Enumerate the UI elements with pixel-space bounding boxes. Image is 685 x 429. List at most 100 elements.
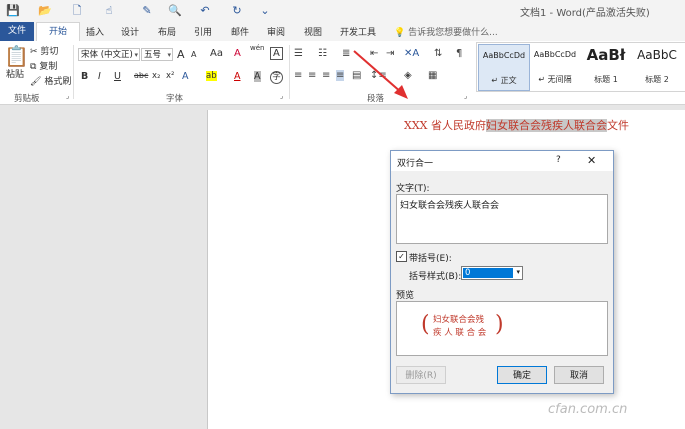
- justify-icon[interactable]: ≡: [336, 70, 345, 81]
- ribbon-tabs: 文件 开始 插入 设计 布局 引用 邮件 审阅 视图 开发工具 💡 告诉我您想要…: [0, 22, 685, 43]
- ribbon: 📋 粘贴 ✂ 剪切 ⧉ 复制 🖌 格式刷 剪贴板 ⌟ 宋体 (中文正) ▾ 五号 ▾…: [0, 41, 685, 105]
- tab-references[interactable]: 引用: [194, 25, 212, 38]
- font-size-value: 五号: [144, 50, 162, 60]
- cancel-button[interactable]: 取消: [554, 366, 604, 384]
- style-heading-1[interactable]: AaBł 标题 1: [581, 44, 631, 89]
- style-sample: AaBł: [586, 46, 626, 64]
- dialog-title-bar[interactable]: 双行合一 ? ✕: [391, 151, 613, 171]
- format-painter-button[interactable]: 🖌 格式刷: [30, 74, 71, 87]
- style-sample: AaBbC: [637, 48, 677, 62]
- align-center-icon[interactable]: ≡: [308, 70, 316, 81]
- underline-button[interactable]: U: [114, 71, 121, 82]
- highlight-button[interactable]: ab: [206, 71, 217, 81]
- char-border-icon[interactable]: A: [270, 47, 283, 60]
- brush-icon: 🖌: [30, 77, 42, 87]
- grow-font-icon[interactable]: A: [177, 48, 185, 61]
- shrink-font-icon[interactable]: A: [191, 50, 196, 59]
- document-text-line[interactable]: XXX 省人民政府妇女联合会残疾人联合会文件: [404, 117, 629, 133]
- align-left-icon[interactable]: ≡: [294, 70, 302, 81]
- undo-icon[interactable]: ↶: [198, 4, 212, 18]
- new-icon[interactable]: 🗋: [70, 4, 84, 18]
- format-painter-icon[interactable]: ✎: [140, 4, 154, 18]
- bullets-icon[interactable]: ☰: [294, 48, 303, 59]
- char-shading-button[interactable]: A: [254, 71, 261, 82]
- watermark: cfan.com.cn: [548, 402, 628, 417]
- format-painter-label: 格式刷: [44, 77, 72, 87]
- preview-open-paren: (: [421, 312, 430, 337]
- dialog-title: 双行合一: [397, 159, 434, 169]
- print-preview-icon[interactable]: 🔍: [168, 4, 182, 18]
- doc-text-selected: 妇女联合会残疾人联合会: [486, 119, 607, 132]
- paste-button[interactable]: 📋 粘贴: [4, 44, 29, 80]
- tell-me-text: 告诉我您想要做什么...: [408, 28, 498, 38]
- clipboard-launcher-icon[interactable]: ⌟: [66, 92, 69, 100]
- copy-icon: ⧉: [30, 62, 37, 72]
- superscript-button[interactable]: x²: [166, 71, 174, 81]
- ok-button[interactable]: 确定: [497, 366, 547, 384]
- redo-icon[interactable]: ↻: [230, 4, 244, 18]
- preview-close-paren: ): [495, 312, 504, 337]
- cut-button[interactable]: ✂ 剪切: [30, 44, 58, 57]
- tab-mailings[interactable]: 邮件: [231, 25, 249, 38]
- font-size-combo[interactable]: 五号 ▾: [141, 48, 173, 61]
- text-input[interactable]: 妇女联合会残疾人联合会: [396, 194, 608, 244]
- font-color-button[interactable]: A: [234, 71, 241, 82]
- doc-text-prefix: XXX 省人民政府: [404, 119, 486, 132]
- style-name: 标题 2: [645, 75, 669, 84]
- divider: [289, 45, 290, 99]
- preview-line-1: 妇女联合会残: [433, 315, 485, 325]
- sort-icon[interactable]: ⇅: [434, 48, 442, 59]
- pinyin-icon[interactable]: wén: [250, 44, 264, 52]
- tab-home[interactable]: 开始: [36, 22, 80, 43]
- style-sample: AaBbCcDd: [482, 51, 526, 60]
- clipboard-group-label: 剪贴板: [14, 94, 40, 104]
- font-launcher-icon[interactable]: ⌟: [280, 92, 283, 100]
- change-case-icon[interactable]: Aa: [210, 48, 223, 59]
- tab-view[interactable]: 视图: [304, 25, 322, 38]
- align-right-icon[interactable]: ≡: [322, 70, 330, 81]
- lightbulb-icon: 💡: [394, 28, 406, 38]
- delete-button[interactable]: 删除(R): [396, 366, 446, 384]
- clear-format-icon[interactable]: A: [234, 48, 241, 59]
- subscript-button[interactable]: x₂: [152, 71, 160, 81]
- chevron-down-icon: ▾: [516, 268, 520, 276]
- font-group-label: 字体: [166, 94, 184, 104]
- paragraph-launcher-icon[interactable]: ⌟: [464, 92, 467, 100]
- show-marks-icon[interactable]: ¶: [456, 48, 462, 59]
- style-normal[interactable]: AaBbCcDd ↵ 正文: [478, 44, 530, 91]
- font-name-combo[interactable]: 宋体 (中文正) ▾: [78, 48, 140, 61]
- preview-line-2: 疾 人 联 合 会: [433, 328, 487, 338]
- cut-label: 剪切: [40, 47, 59, 57]
- text-input-value: 妇女联合会残疾人联合会: [400, 201, 500, 211]
- tab-file[interactable]: 文件: [0, 22, 34, 41]
- bracket-checkbox[interactable]: ✓: [396, 251, 407, 262]
- help-button[interactable]: ?: [556, 155, 561, 165]
- doc-text-suffix: 文件: [607, 119, 629, 132]
- bold-button[interactable]: B: [81, 71, 88, 82]
- text-label: 文字(T):: [396, 184, 430, 194]
- touch-icon[interactable]: ☝: [102, 4, 116, 18]
- tell-me-box[interactable]: 💡 告诉我您想要做什么...: [394, 25, 498, 38]
- save-icon[interactable]: 💾: [6, 4, 20, 18]
- tab-review[interactable]: 审阅: [267, 25, 285, 38]
- copy-button[interactable]: ⧉ 复制: [30, 59, 57, 72]
- style-heading-2[interactable]: AaBbC 标题 2: [632, 44, 682, 89]
- numbering-icon[interactable]: ☷: [318, 48, 327, 59]
- italic-button[interactable]: I: [98, 71, 101, 82]
- combine-characters-dialog: 双行合一 ? ✕ 文字(T): 妇女联合会残疾人联合会 ✓ 带括号(E): 括号…: [390, 150, 614, 394]
- style-no-spacing[interactable]: AaBbCcDd ↵ 无间隔: [530, 44, 580, 89]
- style-name: ↵ 无间隔: [538, 75, 572, 84]
- styles-gallery: AaBbCcDd ↵ 正文 AaBbCcDd ↵ 无间隔 AaBł 标题 1 A…: [476, 42, 685, 92]
- close-icon[interactable]: ✕: [587, 154, 596, 167]
- strikethrough-button[interactable]: abc: [134, 71, 148, 80]
- tab-design[interactable]: 设计: [121, 25, 139, 38]
- enclose-char-button[interactable]: 字: [270, 71, 283, 84]
- tab-layout[interactable]: 布局: [158, 25, 176, 38]
- clipboard-icon: 📋: [4, 44, 29, 68]
- open-icon[interactable]: 📂: [38, 4, 52, 18]
- customize-icon[interactable]: ⌄: [258, 4, 272, 18]
- bracket-style-select[interactable]: 0 ▾: [461, 266, 523, 280]
- text-effects-button[interactable]: A: [182, 71, 189, 82]
- tab-insert[interactable]: 插入: [86, 25, 104, 38]
- tab-developer[interactable]: 开发工具: [340, 25, 376, 38]
